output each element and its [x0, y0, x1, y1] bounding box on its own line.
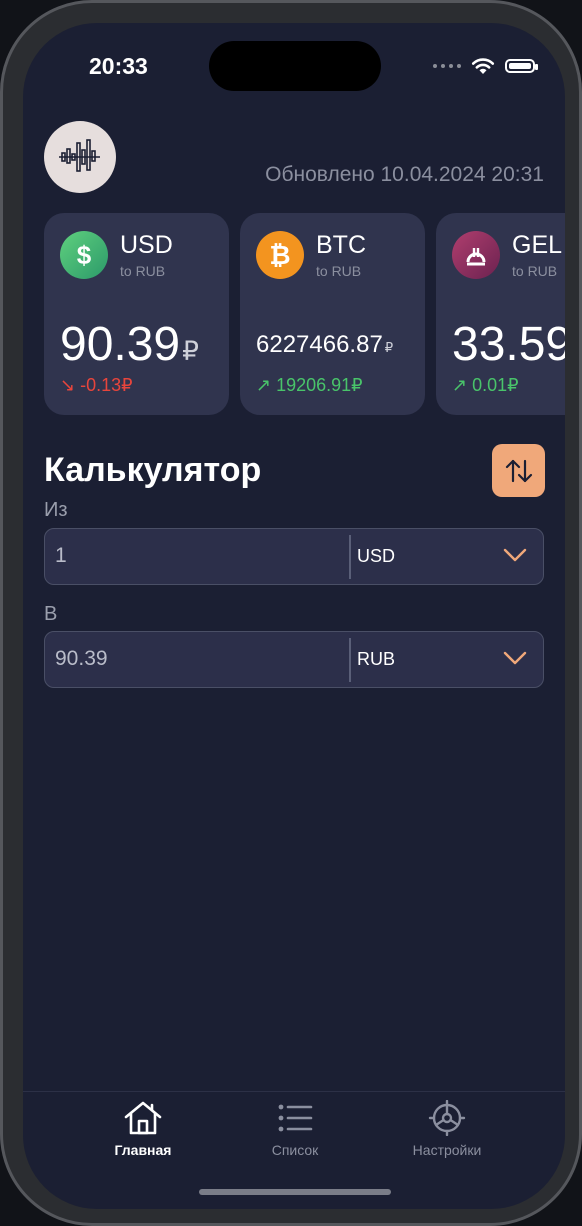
- to-field[interactable]: 90.39 RUB: [44, 631, 544, 688]
- from-field[interactable]: 1 USD: [44, 528, 544, 585]
- settings-icon: [428, 1100, 466, 1136]
- field-divider: [349, 638, 351, 682]
- swap-currencies-button[interactable]: [492, 444, 545, 497]
- tab-settings[interactable]: Настройки: [377, 1100, 517, 1158]
- to-label: В: [44, 603, 58, 625]
- tab-label: Список: [271, 1142, 319, 1158]
- currency-code: USD: [120, 231, 173, 259]
- currency-cards[interactable]: $ USD to RUB 90.39₽ ↘ -0.13₽ ₿ BTC to RU…: [44, 213, 565, 415]
- currency-change: ↗ 0.01₽: [452, 375, 519, 395]
- currency-rate: 6227466.87 ₽: [256, 331, 394, 358]
- updated-timestamp: Обновлено 10.04.2024 20:31: [265, 163, 544, 186]
- status-time: 20:33: [89, 53, 148, 79]
- signal-icon: [433, 64, 461, 68]
- from-amount-input[interactable]: 1: [55, 544, 67, 568]
- currency-change: ↗ 19206.91₽: [256, 375, 363, 395]
- currency-sub: to RUB: [316, 263, 362, 279]
- bitcoin-icon: ₿: [256, 231, 304, 279]
- tab-list[interactable]: Список: [225, 1100, 365, 1158]
- currency-rate: 33.59: [452, 318, 565, 371]
- field-divider: [349, 535, 351, 579]
- currency-sub: to RUB: [120, 263, 166, 279]
- dynamic-island: [209, 41, 381, 91]
- currency-code: GEL: [512, 231, 563, 259]
- from-label: Из: [44, 499, 68, 521]
- dollar-icon: $: [60, 231, 108, 279]
- trend-up-icon: ↗: [256, 375, 272, 395]
- chevron-down-icon[interactable]: [503, 547, 527, 563]
- trend-up-icon: ↗: [452, 375, 468, 395]
- home-icon: [124, 1101, 162, 1135]
- currency-code: BTC: [316, 231, 366, 259]
- home-indicator[interactable]: [199, 1189, 391, 1195]
- tab-label: Главная: [114, 1142, 172, 1158]
- currency-card-gel[interactable]: GEL to RUB 33.59 ↗ 0.01₽: [436, 213, 565, 415]
- app-logo[interactable]: [44, 121, 116, 193]
- calculator-title: Калькулятор: [44, 451, 262, 489]
- swap-icon: [505, 459, 532, 482]
- phone-frame: 20:33 Обновлено 10.04.2024 20:31 $ USD t…: [0, 0, 582, 1226]
- tab-home[interactable]: Главная: [73, 1100, 213, 1158]
- battery-icon: [505, 59, 538, 73]
- app-screen: 20:33 Обновлено 10.04.2024 20:31 $ USD t…: [23, 23, 565, 1209]
- to-currency-select[interactable]: RUB: [357, 649, 395, 670]
- currency-sub: to RUB: [512, 263, 558, 279]
- to-amount-input[interactable]: 90.39: [55, 647, 108, 671]
- from-currency-select[interactable]: USD: [357, 546, 395, 567]
- wifi-icon: [471, 58, 495, 74]
- currency-rate: 90.39₽: [60, 318, 199, 371]
- currency-card-btc[interactable]: ₿ BTC to RUB 6227466.87 ₽ ↗ 19206.91₽: [240, 213, 425, 415]
- chevron-down-icon[interactable]: [503, 650, 527, 666]
- currency-change: ↘ -0.13₽: [60, 375, 133, 395]
- status-indicators: [433, 57, 538, 75]
- trend-down-icon: ↘: [60, 375, 76, 395]
- waveform-icon: [59, 139, 100, 172]
- currency-card-usd[interactable]: $ USD to RUB 90.39₽ ↘ -0.13₽: [44, 213, 229, 415]
- tab-label: Настройки: [412, 1142, 482, 1158]
- lari-icon: [452, 231, 500, 279]
- list-icon: [278, 1104, 313, 1132]
